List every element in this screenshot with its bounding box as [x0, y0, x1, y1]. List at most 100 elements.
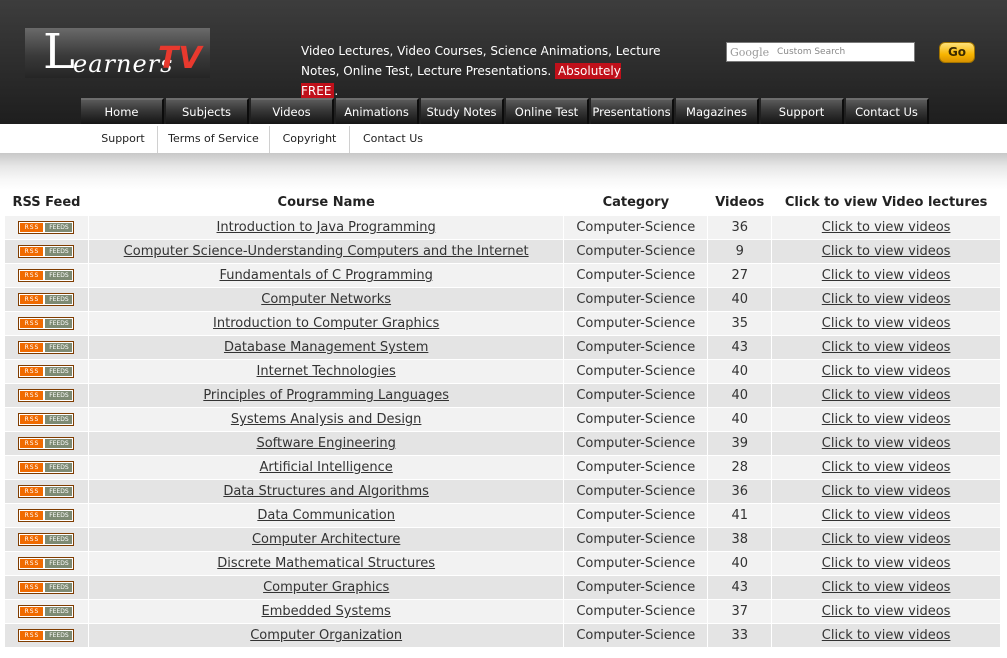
- view-videos-link[interactable]: Click to view videos: [822, 484, 951, 499]
- view-videos-cell: Click to view videos: [771, 551, 1001, 576]
- videos-count-cell: 35: [707, 311, 773, 336]
- course-link[interactable]: Systems Analysis and Design: [231, 412, 422, 427]
- learnerstv-logo[interactable]: L earners TV: [25, 24, 210, 80]
- subnav-contact-us[interactable]: Contact Us: [350, 128, 436, 154]
- view-videos-link[interactable]: Click to view videos: [822, 628, 951, 643]
- course-link[interactable]: Software Engineering: [256, 436, 395, 451]
- rss-feed-icon[interactable]: RSS FEEDS: [18, 629, 75, 642]
- course-name-cell: Data Structures and Algorithms: [87, 479, 565, 504]
- view-videos-link[interactable]: Click to view videos: [822, 436, 951, 451]
- table-row: RSS FEEDS Systems Analysis and Design Compu…: [4, 407, 1001, 432]
- videos-count-cell: 40: [707, 551, 773, 576]
- subnav-terms-of-service[interactable]: Terms of Service: [158, 128, 269, 154]
- view-videos-link[interactable]: Click to view videos: [822, 292, 951, 307]
- rss-label: RSS: [20, 367, 44, 376]
- category-cell: Computer-Science: [563, 575, 709, 600]
- rss-feed-icon[interactable]: RSS FEEDS: [18, 533, 75, 546]
- view-videos-link[interactable]: Click to view videos: [822, 316, 951, 331]
- course-link[interactable]: Computer Architecture: [252, 532, 400, 547]
- course-link[interactable]: Computer Graphics: [263, 580, 389, 595]
- videos-count-cell: 38: [707, 527, 773, 552]
- rss-feed-icon[interactable]: RSS FEEDS: [18, 221, 75, 234]
- nav-magazines[interactable]: Magazines: [676, 98, 759, 124]
- rss-feed-icon[interactable]: RSS FEEDS: [18, 485, 75, 498]
- rss-feed-icon[interactable]: RSS FEEDS: [18, 269, 75, 282]
- course-name-cell: Introduction to Computer Graphics: [87, 311, 565, 336]
- course-link[interactable]: Computer Science-Understanding Computers…: [124, 244, 529, 259]
- feeds-label: FEEDS: [45, 223, 73, 232]
- course-link[interactable]: Introduction to Java Programming: [217, 220, 436, 235]
- course-link[interactable]: Fundamentals of C Programming: [219, 268, 432, 283]
- subnav-copyright[interactable]: Copyright: [270, 128, 349, 154]
- view-videos-link[interactable]: Click to view videos: [822, 388, 951, 403]
- rss-feed-icon[interactable]: RSS FEEDS: [18, 317, 75, 330]
- course-link[interactable]: Data Communication: [257, 508, 395, 523]
- course-link[interactable]: Artificial Intelligence: [260, 460, 393, 475]
- rss-feed-icon[interactable]: RSS FEEDS: [18, 245, 75, 258]
- view-videos-link[interactable]: Click to view videos: [822, 244, 951, 259]
- view-videos-cell: Click to view videos: [771, 215, 1001, 240]
- rss-feed-icon[interactable]: RSS FEEDS: [18, 389, 75, 402]
- rss-feed-icon[interactable]: RSS FEEDS: [18, 557, 75, 570]
- view-videos-link[interactable]: Click to view videos: [822, 364, 951, 379]
- course-link[interactable]: Database Management System: [224, 340, 428, 355]
- rss-feed-icon[interactable]: RSS FEEDS: [18, 365, 75, 378]
- sub-nav: Support Terms of Service Copyright Conta…: [0, 124, 1007, 154]
- view-videos-link[interactable]: Click to view videos: [822, 220, 951, 235]
- view-videos-link[interactable]: Click to view videos: [822, 268, 951, 283]
- nav-support[interactable]: Support: [761, 98, 844, 124]
- subnav-support[interactable]: Support: [90, 128, 156, 154]
- nav-home[interactable]: Home: [81, 98, 164, 124]
- rss-feed-icon[interactable]: RSS FEEDS: [18, 461, 75, 474]
- rss-feed-icon[interactable]: RSS FEEDS: [18, 341, 75, 354]
- course-link[interactable]: Embedded Systems: [262, 604, 391, 619]
- rss-feed-icon[interactable]: RSS FEEDS: [18, 293, 75, 306]
- view-videos-link[interactable]: Click to view videos: [822, 340, 951, 355]
- nav-videos[interactable]: Videos: [251, 98, 334, 124]
- view-videos-cell: Click to view videos: [771, 455, 1001, 480]
- header-rss-feed: RSS Feed: [12, 195, 81, 210]
- nav-contact-us[interactable]: Contact Us: [846, 98, 929, 124]
- videos-count-cell: 36: [707, 479, 773, 504]
- view-videos-link[interactable]: Click to view videos: [822, 604, 951, 619]
- rss-label: RSS: [20, 343, 44, 352]
- rss-feed-icon[interactable]: RSS FEEDS: [18, 509, 75, 522]
- rss-cell: RSS FEEDS: [4, 239, 89, 264]
- nav-subjects[interactable]: Subjects: [166, 98, 249, 124]
- course-link[interactable]: Computer Networks: [261, 292, 391, 307]
- feeds-label: FEEDS: [45, 631, 73, 640]
- category-cell: Computer-Science: [563, 551, 709, 576]
- course-link[interactable]: Computer Organization: [250, 628, 402, 643]
- rss-cell: RSS FEEDS: [4, 455, 89, 480]
- nav-study-notes[interactable]: Study Notes: [421, 98, 504, 124]
- view-videos-cell: Click to view videos: [771, 239, 1001, 264]
- course-link[interactable]: Principles of Programming Languages: [203, 388, 449, 403]
- category-cell: Computer-Science: [563, 263, 709, 288]
- nav-online-test[interactable]: Online Test: [506, 98, 589, 124]
- category-cell: Computer-Science: [563, 527, 709, 552]
- view-videos-link[interactable]: Click to view videos: [822, 532, 951, 547]
- rss-cell: RSS FEEDS: [4, 215, 89, 240]
- search-input[interactable]: [727, 43, 914, 61]
- rss-label: RSS: [20, 439, 44, 448]
- view-videos-link[interactable]: Click to view videos: [822, 508, 951, 523]
- videos-count-cell: 43: [707, 335, 773, 360]
- course-link[interactable]: Discrete Mathematical Structures: [217, 556, 435, 571]
- nav-animations[interactable]: Animations: [336, 98, 419, 124]
- rss-feed-icon[interactable]: RSS FEEDS: [18, 605, 75, 618]
- videos-count-cell: 43: [707, 575, 773, 600]
- rss-feed-icon[interactable]: RSS FEEDS: [18, 413, 75, 426]
- course-link[interactable]: Data Structures and Algorithms: [223, 484, 429, 499]
- course-link[interactable]: Introduction to Computer Graphics: [213, 316, 439, 331]
- rss-label: RSS: [20, 487, 44, 496]
- view-videos-link[interactable]: Click to view videos: [822, 460, 951, 475]
- view-videos-link[interactable]: Click to view videos: [822, 412, 951, 427]
- nav-presentations[interactable]: Presentations: [591, 98, 674, 124]
- go-button[interactable]: Go: [939, 42, 975, 63]
- rss-feed-icon[interactable]: RSS FEEDS: [18, 581, 75, 594]
- rss-feed-icon[interactable]: RSS FEEDS: [18, 437, 75, 450]
- view-videos-link[interactable]: Click to view videos: [822, 556, 951, 571]
- view-videos-link[interactable]: Click to view videos: [822, 580, 951, 595]
- course-link[interactable]: Internet Technologies: [257, 364, 396, 379]
- rss-label: RSS: [20, 223, 44, 232]
